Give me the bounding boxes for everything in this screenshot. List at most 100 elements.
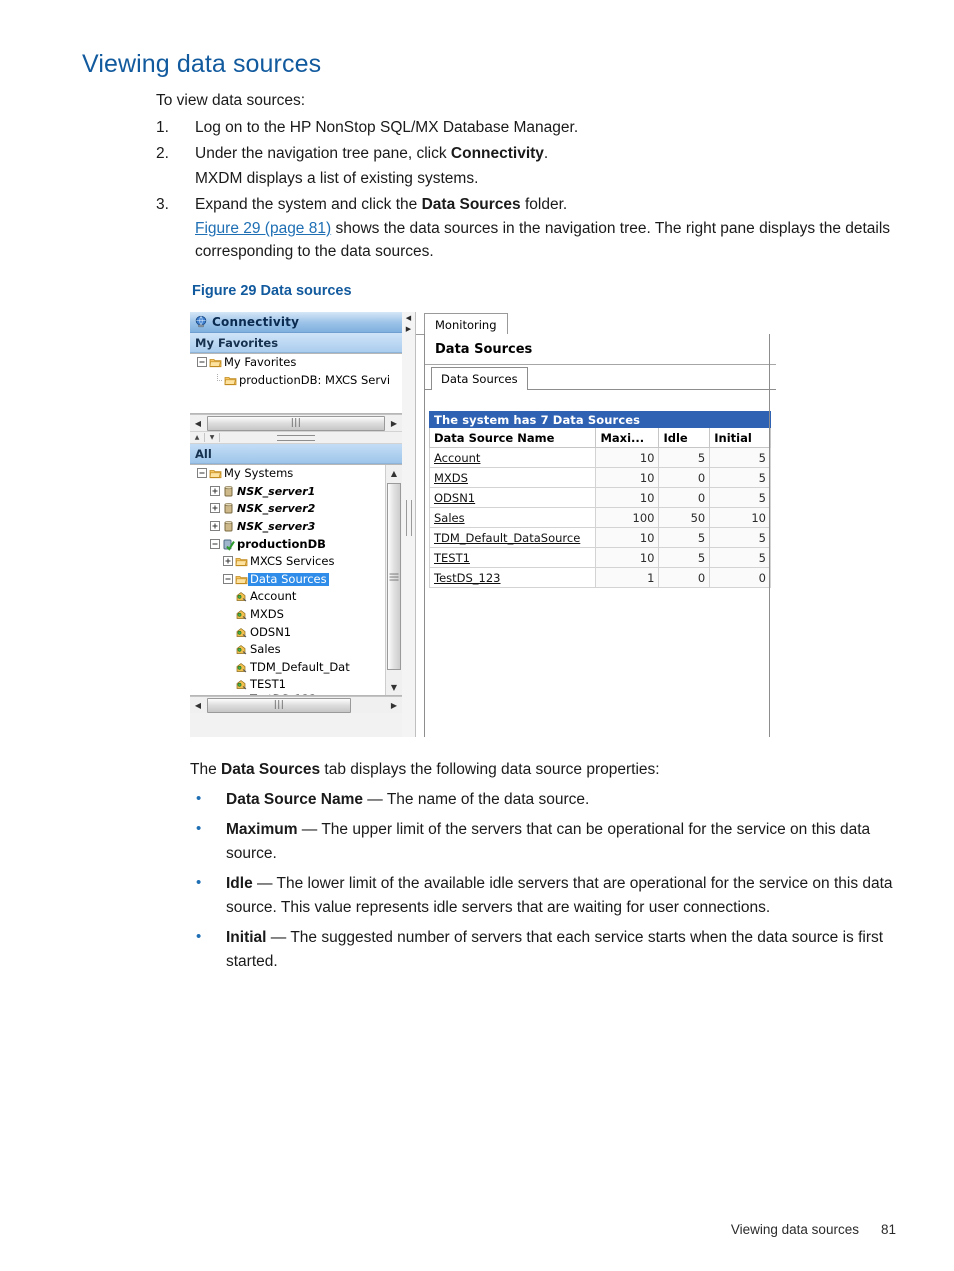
tree-node[interactable]: NSK_server1 [190, 483, 402, 501]
expander-plus-icon[interactable] [209, 485, 222, 498]
table-row[interactable]: Sales 100 50 10 [428, 507, 771, 528]
favorites-horizontal-scrollbar[interactable]: ◀ ||| ▶ [190, 414, 402, 431]
column-header-maximum[interactable]: Maxi... [595, 428, 660, 448]
tree-node[interactable]: NSK_server2 [190, 500, 402, 518]
sub-tab-strip: Data Sources [425, 365, 776, 390]
tab-data-sources[interactable]: Data Sources [431, 367, 528, 390]
expander-minus-icon[interactable] [209, 538, 222, 551]
splitter-collapse-left-icon[interactable]: ◀ [402, 312, 415, 323]
splitter-up-icon[interactable]: ▲ [190, 433, 205, 442]
all-tree-vertical-scrollbar[interactable]: ▲ ||| ▼ [385, 465, 402, 695]
scrollbar-thumb[interactable]: ||| [207, 415, 385, 431]
table-row[interactable]: TEST1 10 5 5 [428, 547, 771, 568]
tab-data-sources-label: Data Sources [441, 372, 518, 386]
datasource-icon [236, 610, 247, 620]
steps-list-cont: 3. Expand the system and click the Data S… [156, 192, 916, 217]
favorites-tree[interactable]: My Favorites productionDB: MXCS Servi [190, 353, 402, 414]
data-source-link[interactable]: TestDS_123 [434, 571, 501, 585]
scroll-right-icon[interactable]: ▶ [386, 698, 402, 713]
splitter-grip-icon[interactable] [277, 434, 315, 441]
cell-idle: 50 [658, 507, 711, 528]
tree-node[interactable]: ODSN1 [190, 623, 402, 641]
table-row[interactable]: TDM_Default_DataSource 10 5 5 [428, 527, 771, 548]
expander-minus-icon[interactable] [196, 356, 209, 369]
cell-initial: 10 [709, 507, 771, 528]
my-favorites-band[interactable]: My Favorites [190, 333, 402, 353]
expander-plus-icon[interactable] [222, 555, 235, 568]
step2-note: MXDM displays a list of existing systems… [195, 170, 479, 187]
splitter-grip-icon[interactable] [405, 500, 412, 536]
data-source-link[interactable]: TDM_Default_DataSource [434, 531, 580, 545]
all-systems-tree[interactable]: My Systems NSK_server1 NSK_server2 NSK_s… [190, 464, 402, 696]
monitoring-panel: Data Sources Data Sources The system has… [424, 334, 776, 737]
pane-splitter-bar[interactable]: ▲ ▼ [190, 431, 402, 444]
table-row[interactable]: ODSN1 10 0 5 [428, 487, 771, 508]
scroll-left-icon[interactable]: ◀ [190, 416, 206, 431]
cell-maximum: 10 [595, 527, 660, 548]
vertical-pane-splitter[interactable]: ◀ ▶ [402, 312, 416, 737]
splitter-down-icon[interactable]: ▼ [205, 433, 220, 442]
cell-initial: 0 [709, 567, 771, 588]
table-row[interactable]: MXDS 10 0 5 [428, 467, 771, 488]
table-row[interactable]: TestDS_123 1 0 0 [428, 567, 771, 588]
tree-node-label: TEST1 [250, 677, 286, 692]
all-band[interactable]: All [190, 444, 402, 464]
column-header-idle[interactable]: Idle [658, 428, 711, 448]
scrollbar-thumb[interactable]: ||| [387, 483, 401, 670]
step-item-1: 1. Log on to the HP NonStop SQL/MX Databa… [156, 115, 916, 140]
cell-initial: 5 [709, 467, 771, 488]
tree-node[interactable]: productionDB [190, 535, 402, 553]
tree-node[interactable]: Sales [190, 641, 402, 659]
tree-node[interactable]: Account [190, 588, 402, 606]
expander-plus-icon[interactable] [209, 502, 222, 515]
expander-minus-icon[interactable] [196, 467, 209, 480]
property-term: Idle [226, 875, 253, 892]
table-row[interactable]: Account 10 5 5 [428, 447, 771, 468]
cell-data-source-name[interactable]: TDM_Default_DataSource [428, 527, 597, 548]
tab-monitoring[interactable]: Monitoring [424, 313, 508, 335]
tree-node-data-sources[interactable]: Data Sources [190, 571, 402, 589]
step-emphasis: Data Sources [421, 196, 521, 213]
tree-node[interactable]: MXDS [190, 606, 402, 624]
expander-plus-icon[interactable] [209, 520, 222, 533]
scroll-up-icon[interactable]: ▲ [386, 465, 402, 481]
page-footer: Viewing data sources 81 [0, 1222, 954, 1237]
tree-node[interactable]: TEST1 [190, 676, 402, 694]
data-source-link[interactable]: TEST1 [434, 551, 470, 565]
tree-node[interactable]: productionDB: MXCS Servi [190, 372, 402, 390]
cell-data-source-name[interactable]: TestDS_123 [428, 567, 597, 588]
scroll-down-icon[interactable]: ▼ [386, 679, 402, 695]
cell-data-source-name[interactable]: Account [428, 447, 597, 468]
cell-data-source-name[interactable]: MXDS [428, 467, 597, 488]
expander-minus-icon[interactable] [222, 573, 235, 586]
cell-data-source-name[interactable]: ODSN1 [428, 487, 597, 508]
cell-initial: 5 [709, 487, 771, 508]
tree-node[interactable]: NSK_server3 [190, 518, 402, 536]
step-number: 2. [156, 145, 169, 162]
scrollbar-thumb[interactable]: ||| [207, 697, 351, 713]
tree-node-label: productionDB: MXCS Servi [239, 372, 391, 387]
navigation-tree-pane: Connectivity My Favorites My Favorites p… [190, 312, 403, 737]
scroll-left-icon[interactable]: ◀ [190, 698, 206, 713]
data-source-link[interactable]: Account [434, 451, 480, 465]
data-source-link[interactable]: Sales [434, 511, 465, 525]
scroll-right-icon[interactable]: ▶ [386, 416, 402, 431]
data-source-link[interactable]: ODSN1 [434, 491, 475, 505]
grid-summary-banner: The system has 7 Data Sources [429, 411, 771, 428]
splitter-collapse-right-icon[interactable]: ▶ [402, 323, 415, 334]
grip-icon: ||| [388, 571, 399, 582]
all-tree-horizontal-scrollbar[interactable]: ◀ ||| ▶ [190, 696, 402, 713]
cell-data-source-name[interactable]: TEST1 [428, 547, 597, 568]
tree-node[interactable]: TDM_Default_Dat [190, 659, 402, 677]
properties-intro: The Data Sources tab displays the follow… [190, 757, 916, 782]
column-header-initial[interactable]: Initial [709, 428, 771, 448]
tree-node[interactable]: My Favorites [190, 354, 402, 372]
tab-monitoring-label: Monitoring [435, 317, 497, 332]
tree-node[interactable]: MXCS Services [190, 553, 402, 571]
data-source-link[interactable]: MXDS [434, 471, 468, 485]
column-header-name[interactable]: Data Source Name [428, 428, 597, 448]
figure-29-link[interactable]: Figure 29 (page 81) [195, 220, 331, 237]
cell-data-source-name[interactable]: Sales [428, 507, 597, 528]
tree-node[interactable]: My Systems [190, 465, 402, 483]
footer-page-number: 81 [880, 1222, 896, 1237]
